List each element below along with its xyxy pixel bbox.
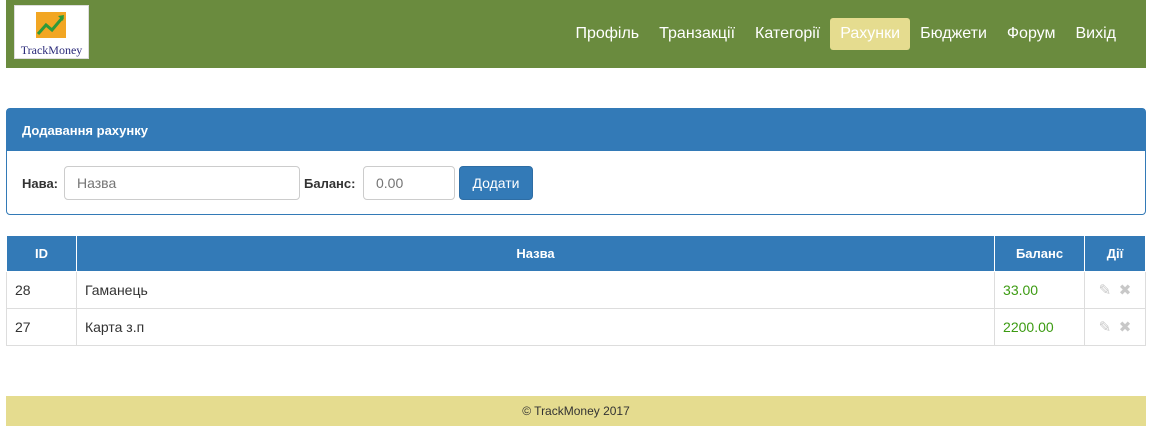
chart-logo-icon xyxy=(36,12,66,38)
add-account-form: Нава: Баланс: Додати xyxy=(7,151,1145,214)
footer: © TrackMoney 2017 xyxy=(6,396,1146,426)
row-balance: 2200.00 xyxy=(994,308,1086,346)
column-header-name: Назва xyxy=(75,235,996,272)
table-header-row: ID Назва Баланс Дії xyxy=(6,235,1146,272)
accounts-table: ID Назва Баланс Дії 28 Гаманець 33.00 ✎ … xyxy=(6,235,1146,346)
nav-item-accounts[interactable]: Рахунки xyxy=(830,18,911,50)
row-name: Карта з.п xyxy=(75,308,996,346)
edit-icon[interactable]: ✎ xyxy=(1097,281,1113,299)
name-input[interactable] xyxy=(64,166,300,200)
balance-input[interactable] xyxy=(363,166,455,200)
nav-item-profile[interactable]: Профіль xyxy=(565,18,649,50)
row-id: 27 xyxy=(6,308,77,346)
edit-icon[interactable]: ✎ xyxy=(1097,318,1113,336)
navbar: TrackMoney Профіль Транзакції Категорії … xyxy=(6,0,1146,68)
nav-item-budgets[interactable]: Бюджети xyxy=(910,18,997,50)
table-row: 27 Карта з.п 2200.00 ✎ ✖ xyxy=(6,308,1146,346)
main-nav: Профіль Транзакції Категорії Рахунки Бюд… xyxy=(565,18,1126,50)
nav-item-categories[interactable]: Категорії xyxy=(745,18,830,50)
column-header-balance: Баланс xyxy=(994,235,1086,272)
table-row: 28 Гаманець 33.00 ✎ ✖ xyxy=(6,271,1146,309)
name-label: Нава: xyxy=(22,176,58,191)
delete-icon[interactable]: ✖ xyxy=(1117,281,1133,299)
nav-item-logout[interactable]: Вихід xyxy=(1066,18,1127,50)
nav-item-transactions[interactable]: Транзакції xyxy=(649,18,745,50)
column-header-actions: Дії xyxy=(1084,235,1146,272)
column-header-id: ID xyxy=(6,235,77,272)
panel-title: Додавання рахунку xyxy=(7,109,1145,151)
row-actions: ✎ ✖ xyxy=(1084,271,1146,309)
add-account-panel: Додавання рахунку Нава: Баланс: Додати xyxy=(6,108,1146,215)
balance-label: Баланс: xyxy=(304,176,356,191)
brand-name: TrackMoney xyxy=(20,43,83,57)
row-id: 28 xyxy=(6,271,77,309)
row-name: Гаманець xyxy=(75,271,996,309)
add-account-button[interactable]: Додати xyxy=(459,166,533,200)
nav-item-forum[interactable]: Форум xyxy=(997,18,1066,50)
logo[interactable]: TrackMoney xyxy=(14,5,89,59)
row-actions: ✎ ✖ xyxy=(1084,308,1146,346)
row-balance: 33.00 xyxy=(994,271,1086,309)
delete-icon[interactable]: ✖ xyxy=(1117,318,1133,336)
